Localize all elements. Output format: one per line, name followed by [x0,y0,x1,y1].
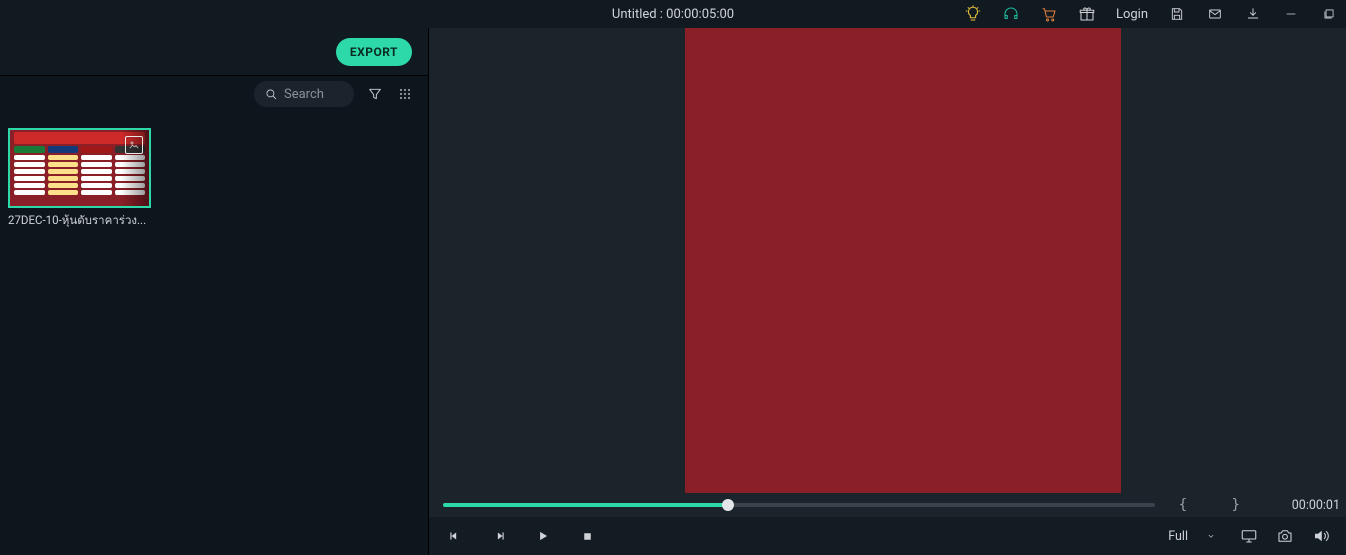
headphones-icon[interactable] [1002,5,1020,23]
media-panel: EXPORT 10 [0,28,429,555]
maximize-icon[interactable] [1320,5,1338,23]
image-type-icon [125,136,143,154]
playback-quality-select[interactable]: Full [1162,527,1222,546]
filter-icon[interactable] [366,85,384,103]
search-input-wrap[interactable] [254,81,354,107]
preview-canvas[interactable] [429,28,1346,493]
lightbulb-icon[interactable] [964,5,982,23]
title-bar-actions: Login [964,5,1338,23]
chevron-down-icon [1206,531,1216,541]
timecode-display: 00:00:01 [1276,498,1346,513]
search-icon [264,87,278,101]
media-toolbar [0,76,428,112]
download-icon[interactable] [1244,5,1262,23]
preview-content [685,28,1121,493]
minimize-icon[interactable] [1282,5,1300,23]
grid-view-icon[interactable] [396,85,414,103]
media-item[interactable]: 10 27DEC-10-หุ้นดับราคาร่วง... [8,128,151,230]
play-button[interactable] [535,528,551,544]
search-input[interactable] [284,87,342,102]
media-grid: 10 27DEC-10-หุ้นดับราคาร่วง... [0,112,428,555]
left-panel-header: EXPORT [0,28,428,76]
volume-icon[interactable] [1312,527,1330,545]
export-button[interactable]: EXPORT [336,38,412,66]
timeline-scrubber-row: { } 00:00:01 [429,493,1346,517]
next-frame-button[interactable] [491,528,507,544]
media-thumbnail[interactable]: 10 [8,128,151,208]
cart-icon[interactable] [1040,5,1058,23]
scrubber-track[interactable] [443,503,1155,507]
gift-icon[interactable] [1078,5,1096,23]
stop-button[interactable] [579,528,595,544]
playback-quality-label: Full [1168,529,1188,544]
mail-icon[interactable] [1206,5,1224,23]
scrubber-knob[interactable] [722,499,734,511]
display-monitor-icon[interactable] [1240,527,1258,545]
login-button[interactable]: Login [1116,7,1148,22]
save-icon[interactable] [1168,5,1186,23]
title-bar: Untitled : 00:00:05:00 Login [0,0,1346,28]
playback-controls: Full [429,517,1346,555]
scrubber-fill [443,503,728,507]
snapshot-icon[interactable] [1276,527,1294,545]
media-item-label: 27DEC-10-หุ้นดับราคาร่วง... [8,212,151,230]
mark-in-out-icon[interactable]: { } [1167,497,1264,513]
preview-panel: { } 00:00:01 Full [429,28,1346,555]
prev-frame-button[interactable] [447,528,463,544]
